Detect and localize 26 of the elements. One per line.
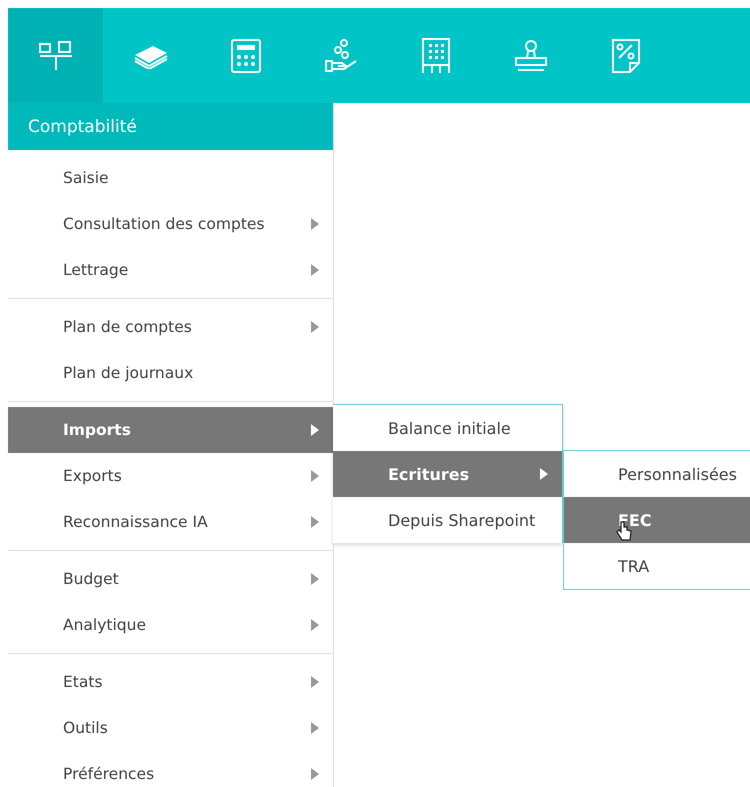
menu-item[interactable]: Imports	[8, 407, 333, 453]
menu-item[interactable]: Depuis Sharepoint	[333, 497, 562, 543]
menu-item[interactable]: Etats	[8, 659, 333, 705]
menu-item[interactable]: Ecritures	[333, 451, 562, 497]
menu-item[interactable]: Budget	[8, 556, 333, 602]
toolbar-button[interactable]	[8, 8, 103, 103]
menu-item[interactable]: Préférences	[8, 751, 333, 787]
building-icon	[422, 38, 450, 74]
menu-item[interactable]: Analytique	[8, 602, 333, 648]
menu-item[interactable]: Plan de journaux	[8, 350, 333, 396]
stamp-icon	[512, 38, 548, 72]
menu-item[interactable]: Plan de comptes	[8, 304, 333, 350]
percent-document-icon	[612, 38, 640, 72]
menu-item[interactable]: Outils	[8, 705, 333, 751]
menu-title: Comptabilité	[8, 103, 333, 150]
menu-item[interactable]: Lettrage	[8, 247, 333, 293]
menu-item[interactable]: Balance initiale	[333, 405, 562, 451]
menu-item[interactable]: TRA	[564, 543, 750, 589]
calculator-icon	[230, 38, 260, 72]
hand-coins-icon	[324, 38, 358, 72]
menu-item[interactable]: Reconnaissance IA	[8, 499, 333, 545]
menu-item[interactable]: Consultation des comptes	[8, 201, 333, 247]
menu-item[interactable]: Saisie	[8, 155, 333, 201]
menu-item[interactable]: Exports	[8, 453, 333, 499]
hierarchy-icon	[38, 40, 72, 70]
menu-item[interactable]: Personnalisées	[564, 451, 750, 497]
